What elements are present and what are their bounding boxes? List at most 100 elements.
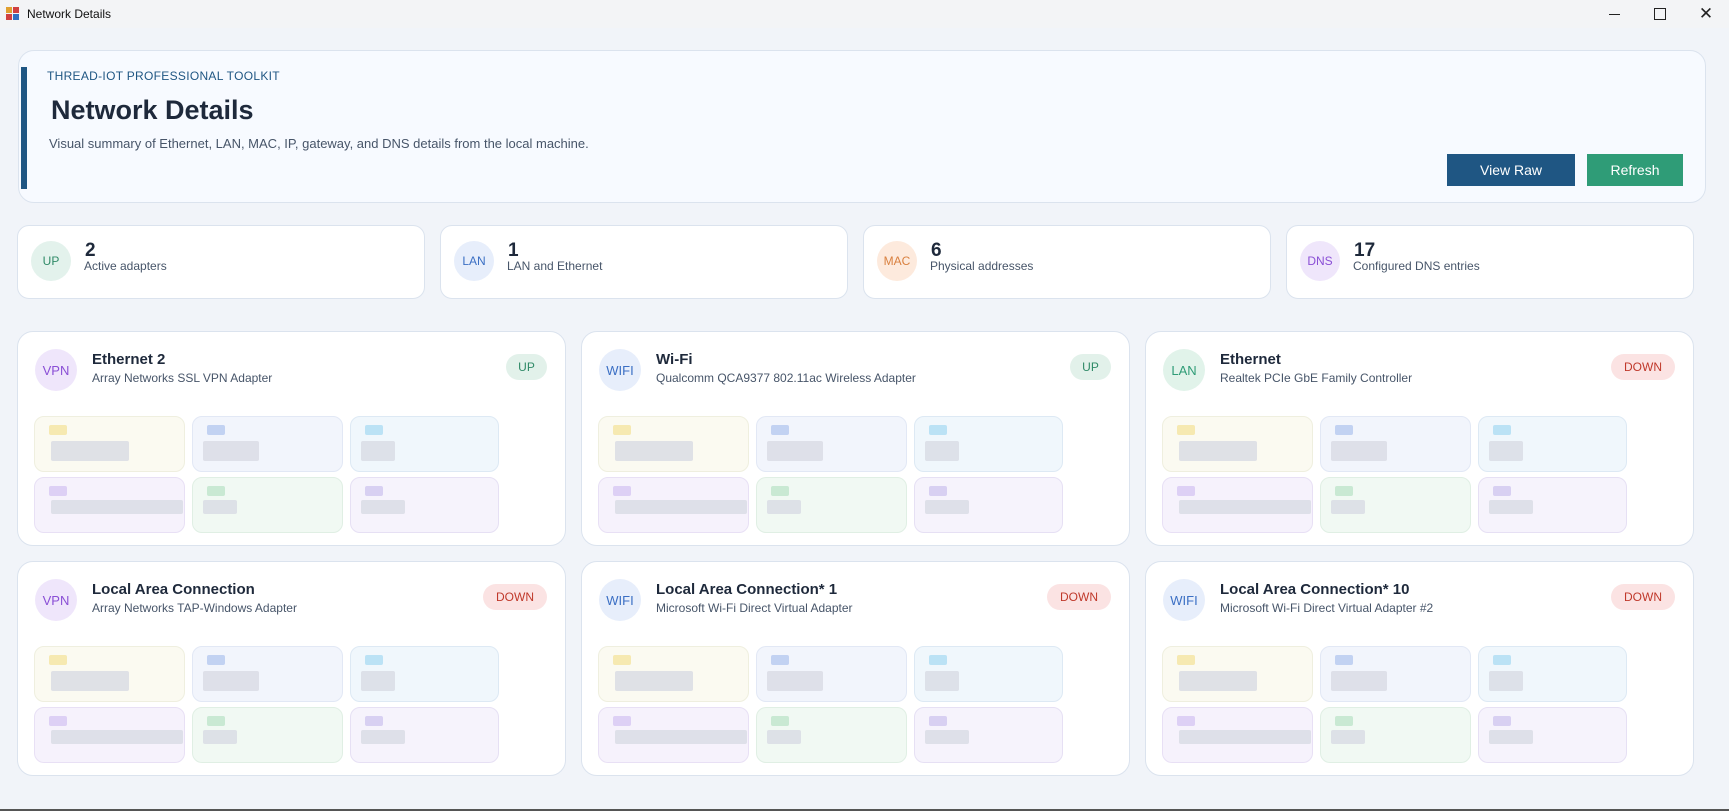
blurred-label: [929, 425, 947, 435]
stat-label: LAN and Ethernet: [507, 259, 603, 273]
blurred-value: [1179, 441, 1257, 461]
status-badge: UP: [1070, 354, 1111, 380]
stat-tag: UP: [31, 241, 71, 281]
blurred-label: [365, 655, 383, 665]
adapter-card[interactable]: VPN Local Area Connection Array Networks T…: [17, 561, 566, 776]
blurred-value: [361, 671, 395, 691]
blurred-value: [361, 730, 405, 744]
blurred-label: [207, 655, 225, 665]
window-titlebar: Network Details ✕: [0, 0, 1729, 28]
blurred-label: [1493, 425, 1511, 435]
blurred-label: [771, 486, 789, 496]
stat-tag: LAN: [454, 241, 494, 281]
adapter-detail-tile: [598, 416, 749, 472]
blurred-label: [771, 425, 789, 435]
blurred-value: [1179, 500, 1311, 514]
blurred-label: [49, 716, 67, 726]
view-raw-button[interactable]: View Raw: [1447, 154, 1575, 186]
adapter-name: Wi-Fi: [656, 351, 693, 368]
adapter-type-tag: VPN: [35, 579, 77, 621]
toolkit-eyebrow: THREAD-IOT PROFESSIONAL TOOLKIT: [47, 69, 280, 83]
adapter-name: Local Area Connection* 10: [1220, 581, 1410, 598]
adapter-detail-tile: [1162, 416, 1313, 472]
adapter-detail-tile: [914, 707, 1063, 763]
stat-label: Physical addresses: [930, 259, 1034, 273]
adapter-card[interactable]: WIFI Local Area Connection* 1 Microsoft Wi…: [581, 561, 1130, 776]
adapter-type-tag: WIFI: [599, 579, 641, 621]
minimize-button[interactable]: [1591, 0, 1637, 28]
adapter-detail-tile: [1320, 707, 1471, 763]
adapter-detail-tile: [1320, 477, 1471, 533]
header-accent-bar: [21, 67, 27, 189]
blurred-value: [203, 671, 259, 691]
maximize-button[interactable]: [1637, 0, 1683, 28]
adapter-type-tag: LAN: [1163, 349, 1205, 391]
adapter-name: Ethernet: [1220, 351, 1281, 368]
adapter-card[interactable]: WIFI Wi-Fi Qualcomm QCA9377 802.11ac Wirel…: [581, 331, 1130, 546]
page-subtitle: Visual summary of Ethernet, LAN, MAC, IP…: [49, 136, 589, 151]
adapter-description: Array Networks TAP-Windows Adapter: [92, 601, 297, 615]
adapter-detail-tile: [350, 416, 499, 472]
app-icon: [6, 7, 20, 21]
adapter-detail-tile: [34, 416, 185, 472]
blurred-label: [1177, 425, 1195, 435]
blurred-value: [1179, 730, 1311, 744]
blurred-value: [203, 730, 237, 744]
adapter-card[interactable]: WIFI Local Area Connection* 10 Microsoft W…: [1145, 561, 1694, 776]
blurred-value: [51, 441, 129, 461]
stat-card-active-adapters: UP 2 Active adapters: [17, 225, 425, 299]
blurred-value: [1331, 500, 1365, 514]
blurred-label: [49, 425, 67, 435]
status-badge: DOWN: [1047, 584, 1111, 610]
adapter-detail-tile: [756, 646, 907, 702]
adapter-card[interactable]: VPN Ethernet 2 Array Networks SSL VPN Adap…: [17, 331, 566, 546]
close-button[interactable]: ✕: [1683, 0, 1729, 28]
adapter-type-tag: VPN: [35, 349, 77, 391]
adapter-type-tag: WIFI: [599, 349, 641, 391]
blurred-value: [51, 671, 129, 691]
adapter-detail-tile: [914, 416, 1063, 472]
adapter-detail-tile: [34, 707, 185, 763]
blurred-value: [1489, 500, 1533, 514]
adapter-card[interactable]: LAN Ethernet Realtek PCIe GbE Family Contr…: [1145, 331, 1694, 546]
adapter-description: Realtek PCIe GbE Family Controller: [1220, 371, 1413, 385]
adapter-detail-tile: [914, 477, 1063, 533]
adapter-type-tag: WIFI: [1163, 579, 1205, 621]
adapter-detail-tile: [1478, 416, 1627, 472]
adapter-detail-tile: [1320, 416, 1471, 472]
adapter-detail-tile: [1478, 646, 1627, 702]
blurred-value: [925, 730, 969, 744]
adapter-description: Array Networks SSL VPN Adapter: [92, 371, 273, 385]
stat-card-mac: MAC 6 Physical addresses: [863, 225, 1271, 299]
blurred-label: [1335, 425, 1353, 435]
blurred-value: [1331, 671, 1387, 691]
stat-label: Configured DNS entries: [1353, 259, 1480, 273]
blurred-value: [615, 671, 693, 691]
refresh-button[interactable]: Refresh: [1587, 154, 1683, 186]
blurred-label: [613, 655, 631, 665]
blurred-value: [767, 671, 823, 691]
blurred-label: [929, 486, 947, 496]
adapter-detail-tile: [598, 477, 749, 533]
blurred-label: [49, 486, 67, 496]
blurred-value: [925, 441, 959, 461]
adapter-detail-tile: [914, 646, 1063, 702]
status-badge: DOWN: [1611, 354, 1675, 380]
blurred-value: [925, 500, 969, 514]
blurred-label: [207, 425, 225, 435]
status-badge: UP: [506, 354, 547, 380]
blurred-value: [767, 730, 801, 744]
blurred-value: [615, 730, 747, 744]
blurred-label: [365, 716, 383, 726]
adapter-detail-tile: [350, 707, 499, 763]
adapter-detail-tile: [350, 646, 499, 702]
window-title: Network Details: [27, 7, 112, 21]
blurred-label: [771, 655, 789, 665]
blurred-value: [51, 500, 183, 514]
adapter-name: Local Area Connection: [92, 581, 255, 598]
blurred-value: [767, 441, 823, 461]
adapter-description: Qualcomm QCA9377 802.11ac Wireless Adapt…: [656, 371, 916, 385]
stat-tag: MAC: [877, 241, 917, 281]
stat-card-lan: LAN 1 LAN and Ethernet: [440, 225, 848, 299]
blurred-value: [1489, 671, 1523, 691]
